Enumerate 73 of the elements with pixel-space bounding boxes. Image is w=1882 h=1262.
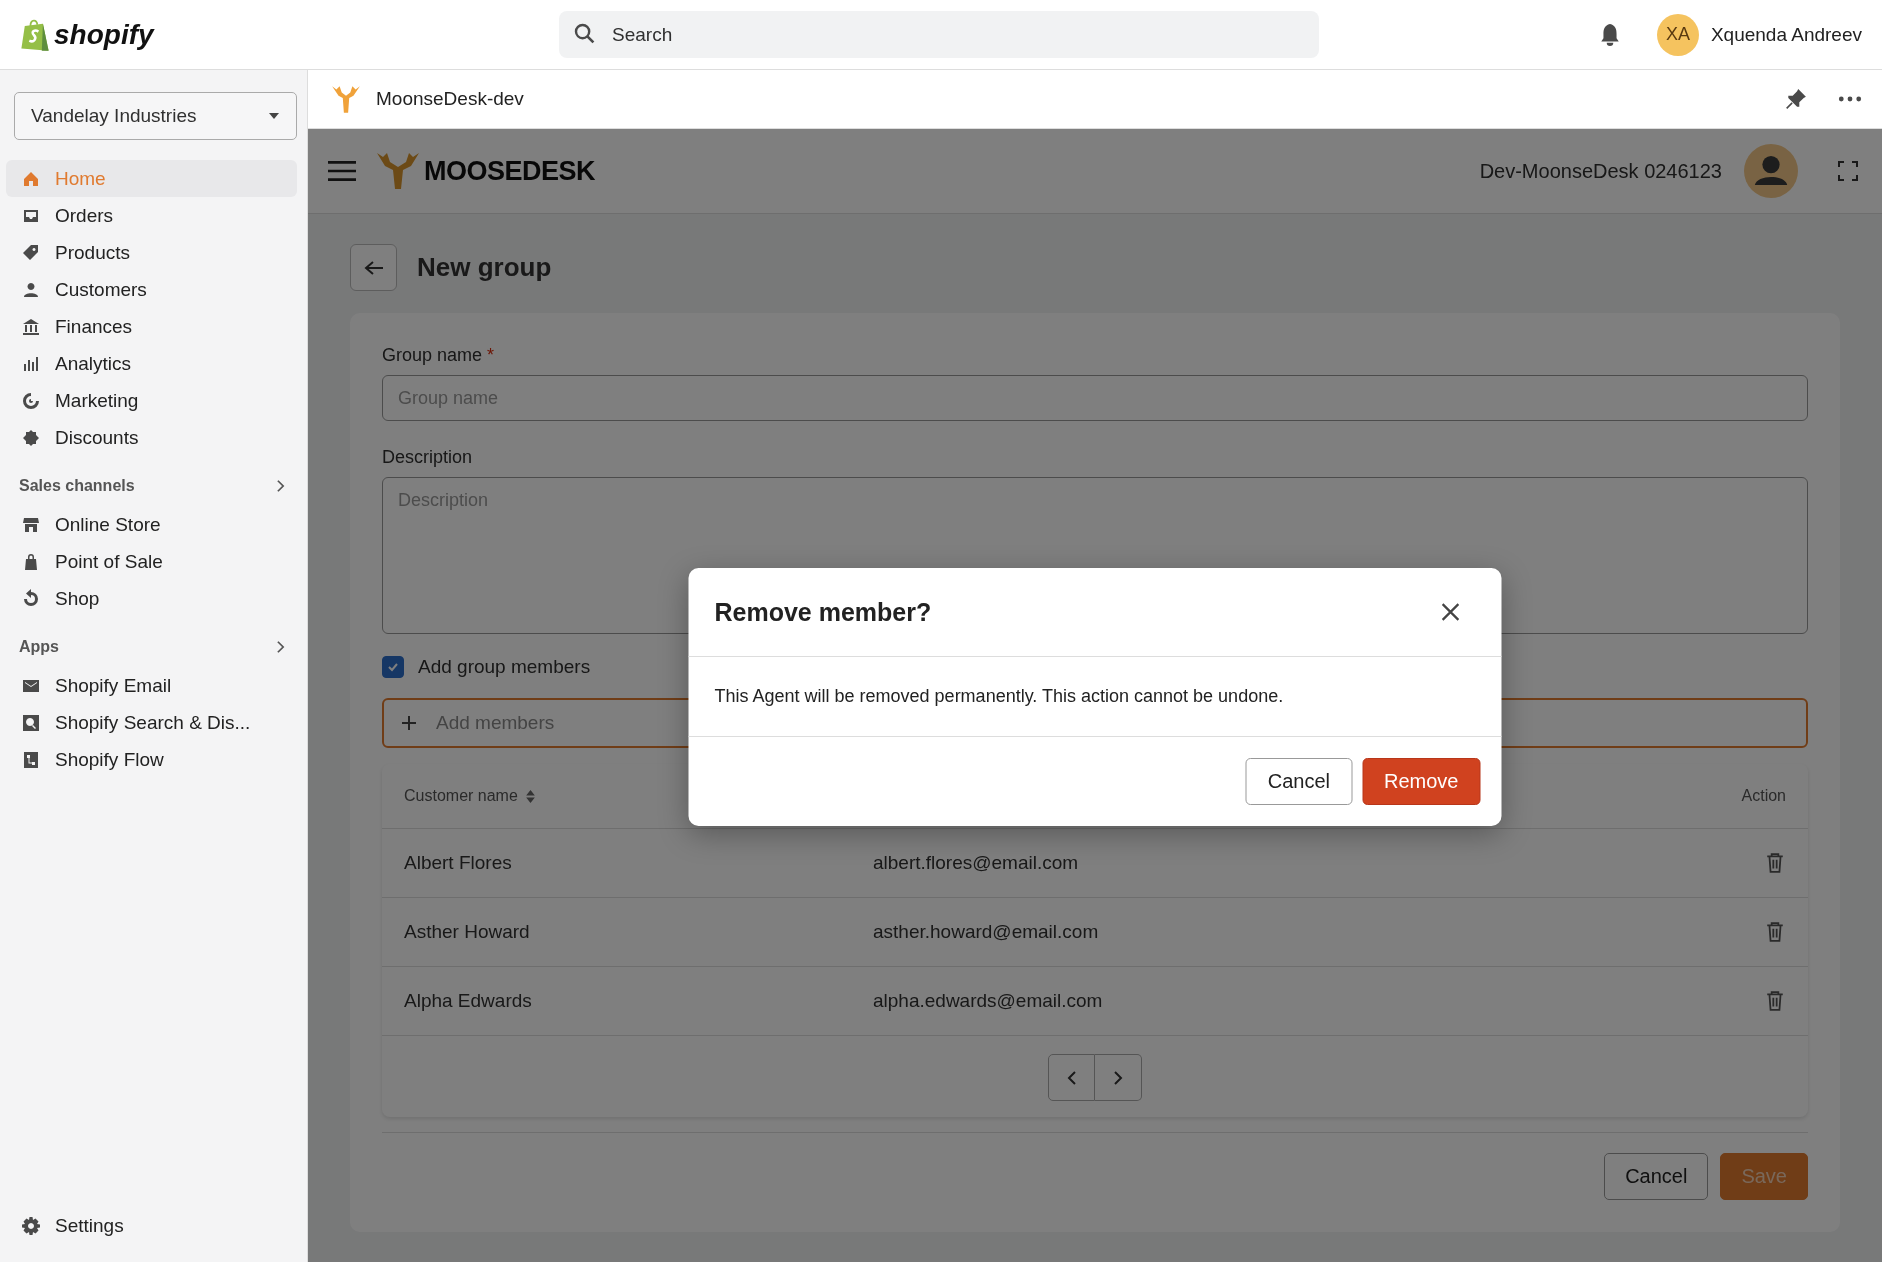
field-label: Group name	[382, 345, 483, 365]
back-button[interactable]	[350, 244, 397, 291]
chevron-right-icon	[1113, 1069, 1123, 1086]
table-cell-text: albert.flores@email.com	[873, 852, 1080, 874]
cancel-button[interactable]: Cancel	[1604, 1153, 1709, 1200]
nav-item[interactable]: Shop	[6, 580, 297, 617]
section-heading: Sales channels	[19, 477, 135, 495]
settings-item[interactable]: Settings	[6, 1207, 297, 1244]
plus-icon	[401, 715, 417, 731]
user-avatar[interactable]: XA	[1656, 13, 1699, 56]
table-cell-text: Alpha Edwards	[404, 990, 533, 1012]
antler-logo-icon	[376, 151, 420, 191]
nav-item[interactable]: Customers	[6, 271, 297, 308]
close-icon[interactable]	[1441, 603, 1460, 621]
discount-icon	[21, 427, 41, 448]
caret-icon	[268, 112, 280, 120]
search-icon	[21, 712, 41, 733]
page-title: New group	[417, 252, 552, 283]
chevron-right-icon[interactable]	[276, 640, 285, 654]
flow-icon	[21, 749, 41, 770]
target-icon	[21, 390, 41, 411]
nav-item[interactable]: Products	[6, 234, 297, 271]
nav-item[interactable]: Shopify Search & Dis...	[6, 704, 297, 741]
bell-icon[interactable]	[1598, 22, 1621, 47]
table-cell-text: Albert Flores	[404, 852, 513, 874]
nav-item[interactable]: Discounts	[6, 419, 297, 456]
table-cell-text: asther.howard@email.com	[873, 921, 1100, 943]
search-field[interactable]: Search	[559, 11, 1319, 58]
required-mark: *	[487, 345, 495, 365]
nav-item[interactable]: Analytics	[6, 345, 297, 382]
shopping-bag-logo-icon	[20, 17, 50, 52]
account-name: Dev-MoonseDesk 0246123	[1479, 159, 1722, 183]
fullscreen-icon[interactable]	[1838, 161, 1858, 181]
nav-item[interactable]: Point of Sale	[6, 543, 297, 580]
user-name: Xquenda Andreev	[1710, 23, 1862, 46]
nav-item[interactable]: Online Store	[6, 506, 297, 543]
trash-icon[interactable]	[1766, 991, 1784, 1011]
remove-button[interactable]: Remove	[1362, 758, 1481, 805]
dialog-title: Remove member?	[714, 597, 932, 627]
cancel-button[interactable]: Cancel	[1245, 758, 1352, 805]
table-cell-text: Asther Howard	[404, 921, 531, 943]
nav-item[interactable]: Orders	[6, 197, 297, 234]
nav-item[interactable]: Shopify Email	[6, 667, 297, 704]
nav-item[interactable]: Marketing	[6, 382, 297, 419]
circle-arrow-icon	[21, 588, 41, 609]
trash-icon[interactable]	[1766, 922, 1784, 942]
arrow-left-icon	[363, 259, 384, 276]
logo-wordmark: MOOSEDESK	[424, 155, 596, 187]
search-icon	[573, 22, 597, 46]
column-header: Action	[1741, 787, 1786, 805]
antler-logo-icon	[330, 83, 362, 115]
avatar-icon[interactable]	[1744, 144, 1798, 198]
store-selector[interactable]: Vandelay Industries	[14, 92, 297, 140]
bank-icon	[21, 316, 41, 337]
chevron-left-icon	[1066, 1069, 1077, 1086]
chevron-right-icon[interactable]	[276, 479, 285, 493]
checkbox-label: Add group members	[418, 656, 591, 678]
table-cell-text: alpha.edwards@email.com	[873, 990, 1104, 1012]
section-heading: Apps	[19, 638, 59, 656]
checkbox[interactable]	[382, 656, 404, 678]
pin-icon[interactable]	[1784, 88, 1808, 110]
trash-icon[interactable]	[1766, 853, 1784, 873]
field-label: Description	[382, 447, 473, 467]
menu-icon[interactable]	[328, 160, 356, 182]
column-header[interactable]: Customer name	[404, 787, 535, 805]
tag-icon	[21, 242, 41, 263]
settings-icon	[21, 1215, 41, 1236]
nav-item[interactable]: Shopify Flow	[6, 741, 297, 778]
nav-item[interactable]: Finances	[6, 308, 297, 345]
dialog-message: This Agent will be removed permanently. This action cannot be undone.	[714, 686, 1284, 707]
app-title: MoonseDesk-dev	[376, 88, 524, 110]
logo-wordmark: shopify	[54, 18, 154, 51]
sort-icon	[525, 789, 535, 803]
